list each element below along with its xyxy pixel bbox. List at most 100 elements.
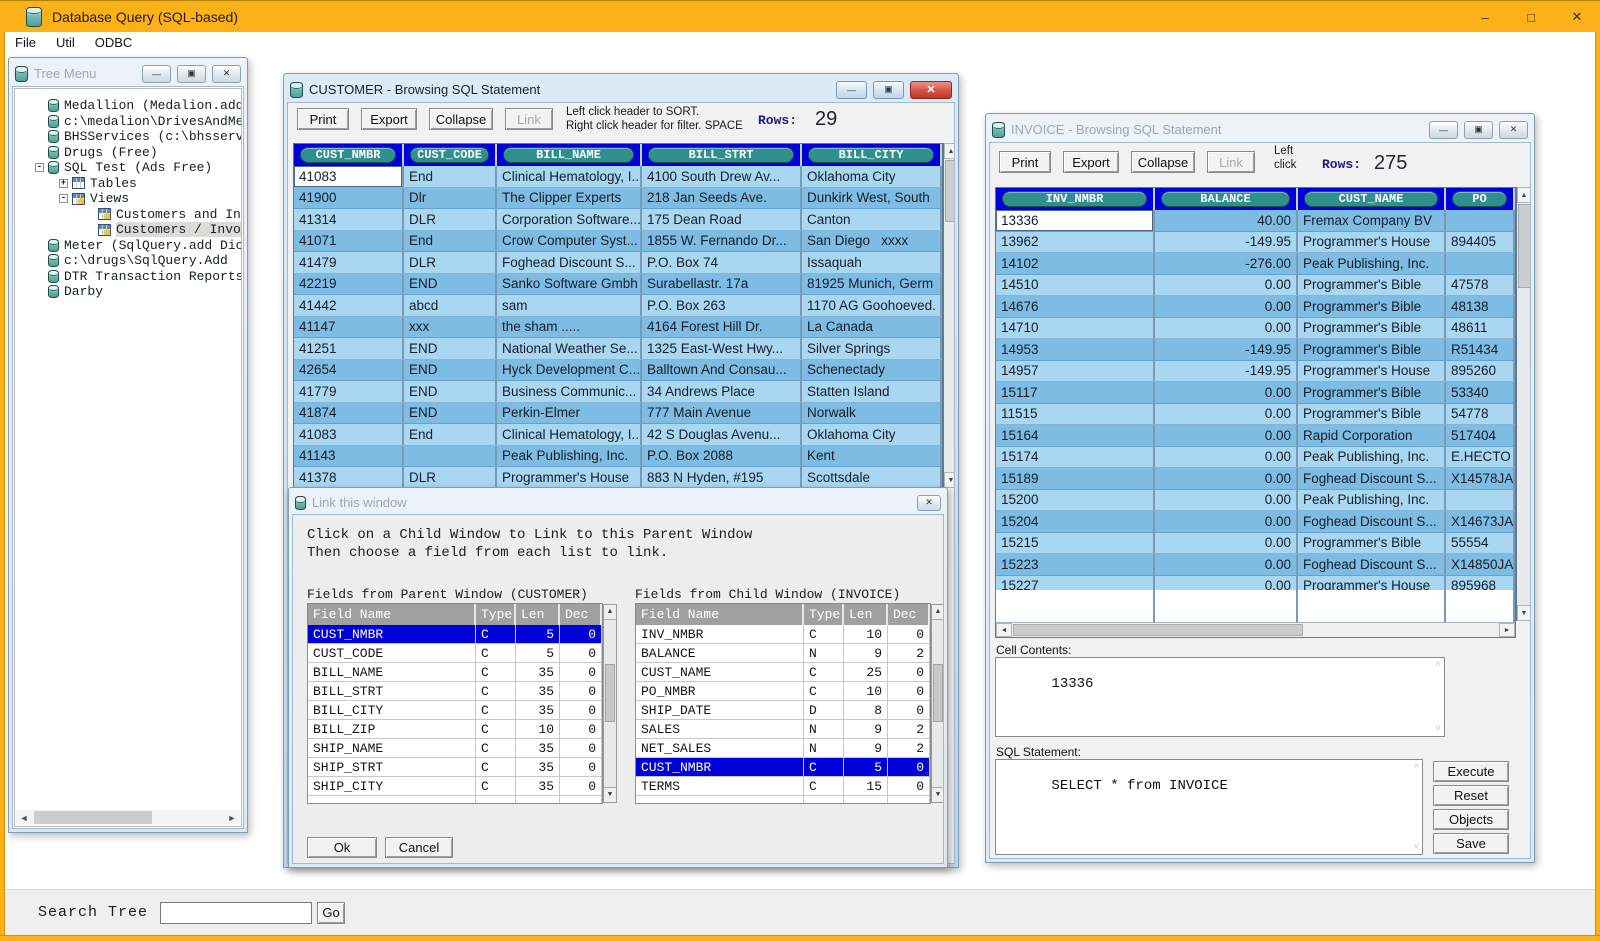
field-dec[interactable]: 0: [560, 739, 602, 757]
cell-po[interactable]: X14673JA: [1446, 511, 1515, 532]
table-row[interactable]: 14676 0.00 Programmer's Bible 48138: [996, 296, 1515, 318]
cell-bill-city[interactable]: Norwalk: [802, 403, 942, 424]
field-name[interactable]: SHIP_STRT: [308, 758, 476, 776]
table-row[interactable]: 15189 0.00 Foghead Discount S... X14578J…: [996, 468, 1515, 490]
column-header[interactable]: INV_NMBR: [996, 188, 1155, 210]
field-name[interactable]: BILL_STRT: [308, 682, 476, 700]
cell-inv-nmbr[interactable]: 15117: [996, 382, 1155, 403]
cell-cust-code[interactable]: END: [404, 274, 497, 295]
cell-cust-nmbr[interactable]: 41071: [294, 231, 404, 252]
cell-bill-name[interactable]: Corporation Software...: [497, 209, 642, 230]
cell-inv-nmbr[interactable]: 14510: [996, 275, 1155, 296]
cell-cust-code[interactable]: DLR: [404, 467, 497, 488]
cell-bill-name[interactable]: Clinical Hematology, I...: [497, 166, 642, 187]
tree-item[interactable]: Customers and Invo: [15, 207, 241, 223]
field-type[interactable]: C: [804, 625, 844, 643]
go-button[interactable]: Go: [317, 902, 345, 924]
cell-bill-name[interactable]: Clinical Hematology, I...: [497, 424, 642, 445]
tree-menu-titlebar[interactable]: Tree Menu — ▣ ✕: [12, 61, 244, 86]
field-name[interactable]: BILL_CITY: [308, 701, 476, 719]
column-header[interactable]: PO: [1446, 188, 1515, 210]
cell-bill-strt[interactable]: 777 Main Avenue: [642, 403, 802, 424]
scrollbar-thumb[interactable]: [1013, 624, 1303, 636]
cell-cust-nmbr[interactable]: 41779: [294, 381, 404, 402]
cell-cust-name[interactable]: Foghead Discount S...: [1298, 468, 1446, 489]
field-row[interactable]: NET_SALES N 9 2: [636, 739, 930, 758]
search-tree-input[interactable]: [160, 902, 312, 924]
cell-bill-city[interactable]: Schenectady: [802, 360, 942, 381]
cell-cust-code[interactable]: END: [404, 338, 497, 359]
table-row[interactable]: 14957 -149.95 Programmer's House 895260: [996, 361, 1515, 383]
field-len[interactable]: 10: [516, 720, 560, 738]
field-column-header[interactable]: Dec: [560, 604, 602, 625]
cell-bill-city[interactable]: 81925 Munich, Germ: [802, 274, 942, 295]
field-len[interactable]: 15: [844, 777, 888, 795]
column-header[interactable]: CUST_NAME: [1298, 188, 1446, 210]
cell-po[interactable]: [1446, 210, 1515, 231]
tree-item[interactable]: DTR Transaction Reports: [15, 269, 241, 285]
field-name[interactable]: BALANCE: [636, 644, 804, 662]
cell-balance[interactable]: 0.00: [1155, 447, 1298, 468]
cell-cust-nmbr[interactable]: 41479: [294, 252, 404, 273]
cell-cust-nmbr[interactable]: 41083: [294, 424, 404, 445]
field-row[interactable]: CUST_NMBR C 5 0: [636, 758, 930, 777]
cell-po[interactable]: 48138: [1446, 296, 1515, 317]
table-row[interactable]: 15204 0.00 Foghead Discount S... X14673J…: [996, 511, 1515, 533]
cell-po[interactable]: [1446, 490, 1515, 511]
cell-cust-code[interactable]: abcd: [404, 295, 497, 316]
table-row[interactable]: 41251 END National Weather Se... 1325 Ea…: [294, 338, 942, 360]
field-dec[interactable]: 2: [888, 644, 930, 662]
table-row[interactable]: 15164 0.00 Rapid Corporation 517404: [996, 425, 1515, 447]
cell-inv-nmbr[interactable]: 14676: [996, 296, 1155, 317]
field-name[interactable]: SALES: [636, 720, 804, 738]
cell-cust-code[interactable]: DLR: [404, 209, 497, 230]
tree-item[interactable]: Customers / Invoic: [15, 222, 241, 238]
field-name[interactable]: CUST_NMBR: [636, 758, 804, 776]
main-titlebar[interactable]: Database Query (SQL-based) – □ ✕: [0, 0, 1600, 32]
cell-bill-strt[interactable]: 883 N Hyden, #195: [642, 467, 802, 488]
field-column-header[interactable]: Len: [516, 604, 560, 625]
field-type[interactable]: C: [476, 720, 516, 738]
table-row[interactable]: 15215 0.00 Programmer's Bible 55554: [996, 533, 1515, 555]
scroll-up-icon[interactable]: ▲: [944, 143, 955, 159]
cell-bill-city[interactable]: Kent: [802, 446, 942, 467]
cell-bill-strt[interactable]: 1855 W. Fernando Dr...: [642, 231, 802, 252]
field-name[interactable]: BILL_NAME: [308, 663, 476, 681]
field-type[interactable]: [476, 796, 516, 803]
cell-cust-name[interactable]: Peak Publishing, Inc.: [1298, 490, 1446, 511]
field-dec[interactable]: [888, 796, 930, 803]
cell-inv-nmbr[interactable]: 13962: [996, 232, 1155, 253]
field-type[interactable]: [804, 796, 844, 803]
cell-bill-name[interactable]: Crow Computer Syst...: [497, 231, 642, 252]
field-name[interactable]: [308, 796, 476, 803]
cell-po[interactable]: X14850JA: [1446, 554, 1515, 575]
field-len[interactable]: 10: [844, 625, 888, 643]
cell-inv-nmbr[interactable]: 15204: [996, 511, 1155, 532]
field-name[interactable]: SHIP_CITY: [308, 777, 476, 795]
table-row[interactable]: 41314 DLR Corporation Software... 175 De…: [294, 209, 942, 231]
cell-po[interactable]: 894405: [1446, 232, 1515, 253]
minimize-icon[interactable]: —: [836, 81, 867, 99]
restore-icon[interactable]: ▣: [873, 81, 904, 99]
scroll-up-icon[interactable]: ˄: [1414, 762, 1419, 772]
field-type[interactable]: C: [476, 625, 516, 643]
cell-cust-nmbr[interactable]: 41900: [294, 188, 404, 209]
scroll-up-icon[interactable]: ▲: [1517, 187, 1531, 203]
toolbar-button[interactable]: Export: [1063, 151, 1119, 173]
cell-bill-name[interactable]: Business Communic...: [497, 381, 642, 402]
field-len[interactable]: 9: [844, 644, 888, 662]
field-len[interactable]: 5: [516, 625, 560, 643]
field-type[interactable]: N: [804, 720, 844, 738]
cell-cust-name[interactable]: Programmer's Bible: [1298, 404, 1446, 425]
cell-cust-name[interactable]: Peak Publishing, Inc.: [1298, 447, 1446, 468]
restore-icon[interactable]: ▣: [177, 65, 206, 83]
field-len[interactable]: 8: [844, 701, 888, 719]
cell-po[interactable]: 895260: [1446, 361, 1515, 382]
field-dec[interactable]: 0: [888, 758, 930, 776]
cell-bill-strt[interactable]: 34 Andrews Place: [642, 381, 802, 402]
table-row[interactable]: 41874 END Perkin-Elmer 777 Main Avenue N…: [294, 403, 942, 425]
tree-item[interactable]: BHSServices (c:\bhsserv: [15, 129, 241, 145]
cell-balance[interactable]: -149.95: [1155, 232, 1298, 253]
field-type[interactable]: C: [476, 777, 516, 795]
column-header[interactable]: CUST_CODE: [404, 144, 497, 166]
